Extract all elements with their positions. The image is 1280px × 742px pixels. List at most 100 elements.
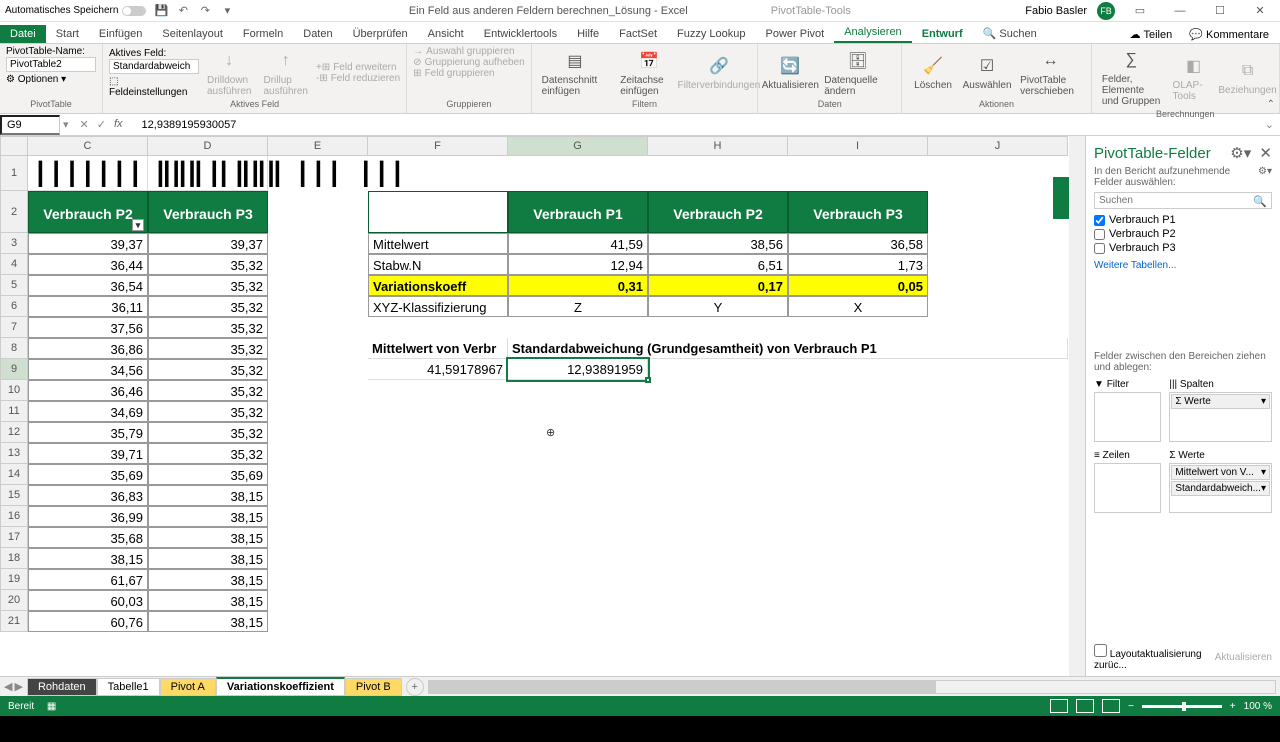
- row-header-4[interactable]: 4: [0, 254, 28, 275]
- tab-powerpivot[interactable]: Power Pivot: [756, 25, 835, 43]
- cell-F8[interactable]: Mittelwert von Verbr: [368, 338, 508, 359]
- row-header-9[interactable]: 9: [0, 359, 28, 380]
- col-header-G[interactable]: G: [508, 136, 648, 156]
- tab-entwicklertools[interactable]: Entwicklertools: [474, 25, 567, 43]
- cell-C18[interactable]: 38,15: [28, 548, 148, 569]
- row-header-12[interactable]: 12: [0, 422, 28, 443]
- cell-C5[interactable]: 36,54: [28, 275, 148, 296]
- field-item-0[interactable]: Verbrauch P1: [1094, 213, 1272, 227]
- cell-D14[interactable]: 35,69: [148, 464, 268, 485]
- cell-H4[interactable]: 6,51: [648, 254, 788, 275]
- maximize-icon[interactable]: ☐: [1205, 2, 1235, 20]
- pt-name-input[interactable]: [6, 57, 96, 72]
- save-icon[interactable]: 💾: [154, 4, 168, 18]
- cell-G2[interactable]: Verbrauch P1: [508, 191, 648, 233]
- cell-G6[interactable]: Z: [508, 296, 648, 317]
- tab-ansicht[interactable]: Ansicht: [418, 25, 474, 43]
- tab-fuzzy[interactable]: Fuzzy Lookup: [667, 25, 755, 43]
- col-header-I[interactable]: I: [788, 136, 928, 156]
- optionen-button[interactable]: ⚙ Optionen ▾: [6, 74, 96, 85]
- cell-H3[interactable]: 38,56: [648, 233, 788, 254]
- cell-C12[interactable]: 35,79: [28, 422, 148, 443]
- fx-icon[interactable]: fx: [114, 118, 123, 131]
- cell-F4[interactable]: Stabw.N: [368, 254, 508, 275]
- pane-close-icon[interactable]: ✕: [1259, 145, 1272, 162]
- tab-suchen[interactable]: 🔍 Suchen: [973, 24, 1047, 43]
- cell-F2[interactable]: [368, 191, 508, 233]
- col-header-J[interactable]: J: [928, 136, 1068, 156]
- row-header-20[interactable]: 20: [0, 590, 28, 611]
- cell-D4[interactable]: 35,32: [148, 254, 268, 275]
- cell-C11[interactable]: 34,69: [28, 401, 148, 422]
- row-header-8[interactable]: 8: [0, 338, 28, 359]
- add-sheet-icon[interactable]: +: [406, 678, 424, 696]
- view-layout-icon[interactable]: [1076, 699, 1094, 713]
- loschen-button[interactable]: 🧹Löschen: [908, 52, 958, 93]
- cell-G9[interactable]: 12,93891959: [508, 359, 648, 380]
- sheet-tab-pivota[interactable]: Pivot A: [160, 678, 216, 696]
- aktualisieren-button[interactable]: 🔄Aktualisieren: [764, 52, 816, 93]
- cell-D16[interactable]: 38,15: [148, 506, 268, 527]
- sheet-tab-rohdaten[interactable]: Rohdaten: [27, 678, 97, 696]
- cell-D11[interactable]: 35,32: [148, 401, 268, 422]
- cell-D7[interactable]: 35,32: [148, 317, 268, 338]
- cell-C19[interactable]: 61,67: [28, 569, 148, 590]
- enter-formula-icon[interactable]: ✓: [97, 118, 106, 131]
- cell-D9[interactable]: 35,32: [148, 359, 268, 380]
- cell-C4[interactable]: 36,44: [28, 254, 148, 275]
- cell-D19[interactable]: 38,15: [148, 569, 268, 590]
- cell-G4[interactable]: 12,94: [508, 254, 648, 275]
- tab-hilfe[interactable]: Hilfe: [567, 25, 609, 43]
- field-search-input[interactable]: [1094, 192, 1272, 209]
- zoom-out-icon[interactable]: −: [1128, 701, 1134, 712]
- cell-H6[interactable]: Y: [648, 296, 788, 317]
- row-header-15[interactable]: 15: [0, 485, 28, 506]
- name-box-dropdown-icon[interactable]: ▾: [60, 118, 72, 131]
- zoom-level[interactable]: 100 %: [1244, 701, 1272, 712]
- cell-I5[interactable]: 0,05: [788, 275, 928, 296]
- cell-D13[interactable]: 35,32: [148, 443, 268, 464]
- cell-H2[interactable]: Verbrauch P2: [648, 191, 788, 233]
- layout-defer-checkbox[interactable]: Layoutaktualisierung zurüc...: [1094, 644, 1215, 671]
- cell-C15[interactable]: 36,83: [28, 485, 148, 506]
- autosave-toggle[interactable]: [122, 6, 146, 16]
- tab-formeln[interactable]: Formeln: [233, 25, 293, 43]
- formula-bar[interactable]: [137, 117, 1259, 133]
- horizontal-scrollbar[interactable]: [428, 680, 1276, 694]
- minimize-icon[interactable]: —: [1165, 2, 1195, 20]
- cell-C1[interactable]: ||||||| |||| |||: [28, 156, 148, 191]
- undo-icon[interactable]: ↶: [176, 4, 190, 18]
- filter-dropdown-icon[interactable]: ▾: [132, 219, 144, 231]
- cell-C13[interactable]: 39,71: [28, 443, 148, 464]
- aktives-feld-input[interactable]: [109, 59, 199, 74]
- cell-F3[interactable]: Mittelwert: [368, 233, 508, 254]
- name-box[interactable]: [0, 115, 60, 135]
- cell-C10[interactable]: 36,46: [28, 380, 148, 401]
- feldeinstellungen-button[interactable]: ⬚ Feldeinstellungen: [109, 76, 199, 98]
- cell-D12[interactable]: 35,32: [148, 422, 268, 443]
- cell-D5[interactable]: 35,32: [148, 275, 268, 296]
- more-tables-link[interactable]: Weitere Tabellen...: [1094, 260, 1272, 271]
- datenquelle-button[interactable]: 🗄Datenquelle ändern: [820, 47, 895, 99]
- row-header-17[interactable]: 17: [0, 527, 28, 548]
- row-header-11[interactable]: 11: [0, 401, 28, 422]
- cell-C20[interactable]: 60,03: [28, 590, 148, 611]
- tab-datei[interactable]: Datei: [0, 25, 46, 43]
- area-filter-box[interactable]: [1094, 392, 1161, 442]
- area-zeilen-box[interactable]: [1094, 463, 1161, 513]
- search-icon[interactable]: 🔍: [1253, 195, 1267, 208]
- cell-C21[interactable]: 60,76: [28, 611, 148, 632]
- field-item-1[interactable]: Verbrauch P2: [1094, 227, 1272, 241]
- cell-D18[interactable]: 38,15: [148, 548, 268, 569]
- tab-factset[interactable]: FactSet: [609, 25, 667, 43]
- sheet-tab-pivotb[interactable]: Pivot B: [345, 678, 402, 696]
- cell-D1[interactable]: ||| |||| ||| |||: [148, 156, 268, 191]
- zeitachse-button[interactable]: 📅Zeitachse einfügen: [616, 47, 682, 99]
- werte-item-1[interactable]: Mittelwert von V...▾: [1171, 465, 1270, 480]
- cell-F9[interactable]: 41,59178967: [368, 359, 508, 380]
- cell-D20[interactable]: 38,15: [148, 590, 268, 611]
- tab-uberprufen[interactable]: Überprüfen: [343, 25, 418, 43]
- cell-D3[interactable]: 39,37: [148, 233, 268, 254]
- tab-einfugen[interactable]: Einfügen: [89, 25, 152, 43]
- user-name[interactable]: Fabio Basler: [1025, 5, 1087, 17]
